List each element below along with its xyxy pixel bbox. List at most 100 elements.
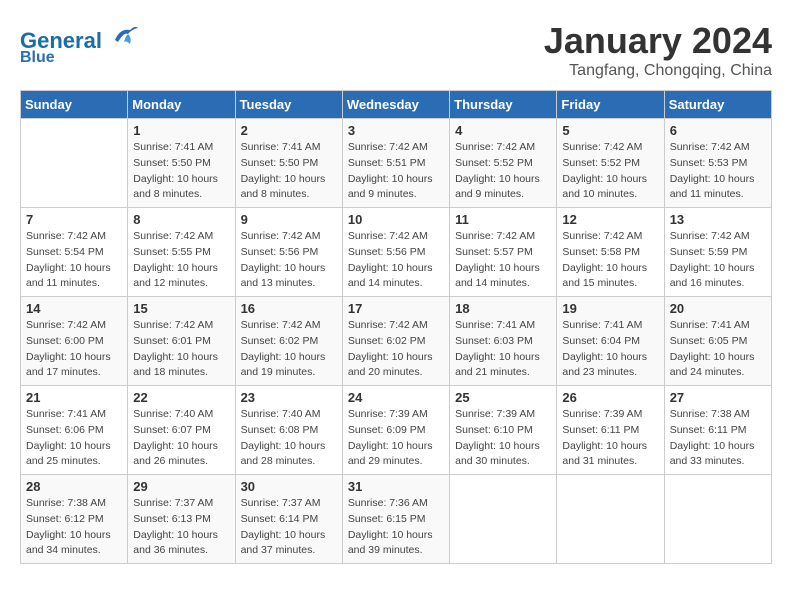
day-number: 31	[348, 479, 444, 494]
calendar-header-row: SundayMondayTuesdayWednesdayThursdayFrid…	[21, 91, 772, 119]
title-block: January 2024 Tangfang, Chongqing, China	[544, 20, 772, 80]
calendar-cell: 11Sunrise: 7:42 AMSunset: 5:57 PMDayligh…	[450, 208, 557, 297]
day-number: 11	[455, 212, 551, 227]
day-number: 13	[670, 212, 766, 227]
day-info: Sunrise: 7:36 AMSunset: 6:15 PMDaylight:…	[348, 496, 444, 559]
day-info: Sunrise: 7:37 AMSunset: 6:14 PMDaylight:…	[241, 496, 337, 559]
day-number: 22	[133, 390, 229, 405]
day-number: 29	[133, 479, 229, 494]
day-number: 17	[348, 301, 444, 316]
calendar-cell: 31 Sunrise: 7:36 AMSunset: 6:15 PMDayligh…	[342, 475, 449, 564]
day-number: 26	[562, 390, 658, 405]
weekday-header-thursday: Thursday	[450, 91, 557, 119]
day-info: Sunrise: 7:41 AMSunset: 5:50 PMDaylight:…	[133, 140, 229, 203]
day-info: Sunrise: 7:42 AMSunset: 5:52 PMDaylight:…	[455, 140, 551, 203]
calendar-cell: 19Sunrise: 7:41 AMSunset: 6:04 PMDayligh…	[557, 297, 664, 386]
logo: General Blue	[20, 20, 140, 67]
calendar-cell: 23Sunrise: 7:40 AMSunset: 6:08 PMDayligh…	[235, 386, 342, 475]
calendar-cell: 29 Sunrise: 7:37 AMSunset: 6:13 PMDayligh…	[128, 475, 235, 564]
week-row-1: 7 Sunrise: 7:42 AMSunset: 5:54 PMDaylight…	[21, 208, 772, 297]
day-info: Sunrise: 7:38 AMSunset: 6:12 PMDaylight:…	[26, 496, 122, 559]
calendar-cell: 17 Sunrise: 7:42 AMSunset: 6:02 PMDayligh…	[342, 297, 449, 386]
calendar-cell: 10 Sunrise: 7:42 AMSunset: 5:56 PMDayligh…	[342, 208, 449, 297]
day-info: Sunrise: 7:41 AMSunset: 6:03 PMDaylight:…	[455, 318, 551, 381]
calendar-cell: 1 Sunrise: 7:41 AMSunset: 5:50 PMDaylight…	[128, 119, 235, 208]
day-number: 18	[455, 301, 551, 316]
day-number: 5	[562, 123, 658, 138]
weekday-header-friday: Friday	[557, 91, 664, 119]
weekday-header-monday: Monday	[128, 91, 235, 119]
calendar-cell: 8 Sunrise: 7:42 AMSunset: 5:55 PMDaylight…	[128, 208, 235, 297]
logo-bird-icon	[110, 20, 140, 48]
calendar-cell: 16 Sunrise: 7:42 AMSunset: 6:02 PMDayligh…	[235, 297, 342, 386]
calendar-cell: 24 Sunrise: 7:39 AMSunset: 6:09 PMDayligh…	[342, 386, 449, 475]
day-number: 28	[26, 479, 122, 494]
day-number: 19	[562, 301, 658, 316]
calendar-cell: 28 Sunrise: 7:38 AMSunset: 6:12 PMDayligh…	[21, 475, 128, 564]
calendar-cell	[664, 475, 771, 564]
day-info: Sunrise: 7:41 AMSunset: 6:05 PMDaylight:…	[670, 318, 766, 381]
calendar-cell: 20Sunrise: 7:41 AMSunset: 6:05 PMDayligh…	[664, 297, 771, 386]
calendar-cell: 30 Sunrise: 7:37 AMSunset: 6:14 PMDayligh…	[235, 475, 342, 564]
day-number: 23	[241, 390, 337, 405]
calendar-cell: 4 Sunrise: 7:42 AMSunset: 5:52 PMDaylight…	[450, 119, 557, 208]
day-number: 21	[26, 390, 122, 405]
calendar-cell: 13 Sunrise: 7:42 AMSunset: 5:59 PMDayligh…	[664, 208, 771, 297]
day-number: 12	[562, 212, 658, 227]
calendar-cell: 12 Sunrise: 7:42 AMSunset: 5:58 PMDayligh…	[557, 208, 664, 297]
day-info: Sunrise: 7:37 AMSunset: 6:13 PMDaylight:…	[133, 496, 229, 559]
day-info: Sunrise: 7:42 AMSunset: 5:59 PMDaylight:…	[670, 229, 766, 292]
day-number: 9	[241, 212, 337, 227]
day-number: 10	[348, 212, 444, 227]
day-info: Sunrise: 7:42 AMSunset: 5:58 PMDaylight:…	[562, 229, 658, 292]
calendar-cell: 3 Sunrise: 7:42 AMSunset: 5:51 PMDaylight…	[342, 119, 449, 208]
calendar-cell: 26Sunrise: 7:39 AMSunset: 6:11 PMDayligh…	[557, 386, 664, 475]
day-info: Sunrise: 7:42 AMSunset: 6:02 PMDaylight:…	[241, 318, 337, 381]
day-info: Sunrise: 7:42 AMSunset: 6:02 PMDaylight:…	[348, 318, 444, 381]
day-number: 3	[348, 123, 444, 138]
week-row-3: 21 Sunrise: 7:41 AMSunset: 6:06 PMDayligh…	[21, 386, 772, 475]
day-number: 30	[241, 479, 337, 494]
day-number: 16	[241, 301, 337, 316]
day-number: 6	[670, 123, 766, 138]
day-info: Sunrise: 7:39 AMSunset: 6:10 PMDaylight:…	[455, 407, 551, 470]
calendar-cell: 2Sunrise: 7:41 AMSunset: 5:50 PMDaylight…	[235, 119, 342, 208]
calendar-table: SundayMondayTuesdayWednesdayThursdayFrid…	[20, 90, 772, 564]
day-number: 7	[26, 212, 122, 227]
day-number: 8	[133, 212, 229, 227]
calendar-cell	[21, 119, 128, 208]
day-number: 24	[348, 390, 444, 405]
day-info: Sunrise: 7:38 AMSunset: 6:11 PMDaylight:…	[670, 407, 766, 470]
weekday-header-saturday: Saturday	[664, 91, 771, 119]
day-info: Sunrise: 7:42 AMSunset: 5:52 PMDaylight:…	[562, 140, 658, 203]
day-info: Sunrise: 7:42 AMSunset: 5:56 PMDaylight:…	[348, 229, 444, 292]
month-title: January 2024	[544, 20, 772, 62]
calendar-cell	[450, 475, 557, 564]
weekday-header-tuesday: Tuesday	[235, 91, 342, 119]
location-title: Tangfang, Chongqing, China	[544, 62, 772, 80]
week-row-4: 28 Sunrise: 7:38 AMSunset: 6:12 PMDayligh…	[21, 475, 772, 564]
calendar-cell: 6Sunrise: 7:42 AMSunset: 5:53 PMDaylight…	[664, 119, 771, 208]
calendar-cell: 27 Sunrise: 7:38 AMSunset: 6:11 PMDayligh…	[664, 386, 771, 475]
calendar-cell: 14 Sunrise: 7:42 AMSunset: 6:00 PMDayligh…	[21, 297, 128, 386]
day-number: 14	[26, 301, 122, 316]
calendar-cell: 7 Sunrise: 7:42 AMSunset: 5:54 PMDaylight…	[21, 208, 128, 297]
day-number: 4	[455, 123, 551, 138]
day-info: Sunrise: 7:40 AMSunset: 6:07 PMDaylight:…	[133, 407, 229, 470]
calendar-cell: 5 Sunrise: 7:42 AMSunset: 5:52 PMDaylight…	[557, 119, 664, 208]
week-row-2: 14 Sunrise: 7:42 AMSunset: 6:00 PMDayligh…	[21, 297, 772, 386]
day-info: Sunrise: 7:42 AMSunset: 6:01 PMDaylight:…	[133, 318, 229, 381]
calendar-cell: 22 Sunrise: 7:40 AMSunset: 6:07 PMDayligh…	[128, 386, 235, 475]
day-info: Sunrise: 7:39 AMSunset: 6:09 PMDaylight:…	[348, 407, 444, 470]
day-number: 27	[670, 390, 766, 405]
day-info: Sunrise: 7:41 AMSunset: 6:06 PMDaylight:…	[26, 407, 122, 470]
day-info: Sunrise: 7:42 AMSunset: 5:54 PMDaylight:…	[26, 229, 122, 292]
day-info: Sunrise: 7:42 AMSunset: 6:00 PMDaylight:…	[26, 318, 122, 381]
calendar-cell: 25Sunrise: 7:39 AMSunset: 6:10 PMDayligh…	[450, 386, 557, 475]
day-number: 1	[133, 123, 229, 138]
day-info: Sunrise: 7:42 AMSunset: 5:51 PMDaylight:…	[348, 140, 444, 203]
day-info: Sunrise: 7:42 AMSunset: 5:55 PMDaylight:…	[133, 229, 229, 292]
day-info: Sunrise: 7:42 AMSunset: 5:56 PMDaylight:…	[241, 229, 337, 292]
calendar-cell: 18 Sunrise: 7:41 AMSunset: 6:03 PMDayligh…	[450, 297, 557, 386]
weekday-header-sunday: Sunday	[21, 91, 128, 119]
